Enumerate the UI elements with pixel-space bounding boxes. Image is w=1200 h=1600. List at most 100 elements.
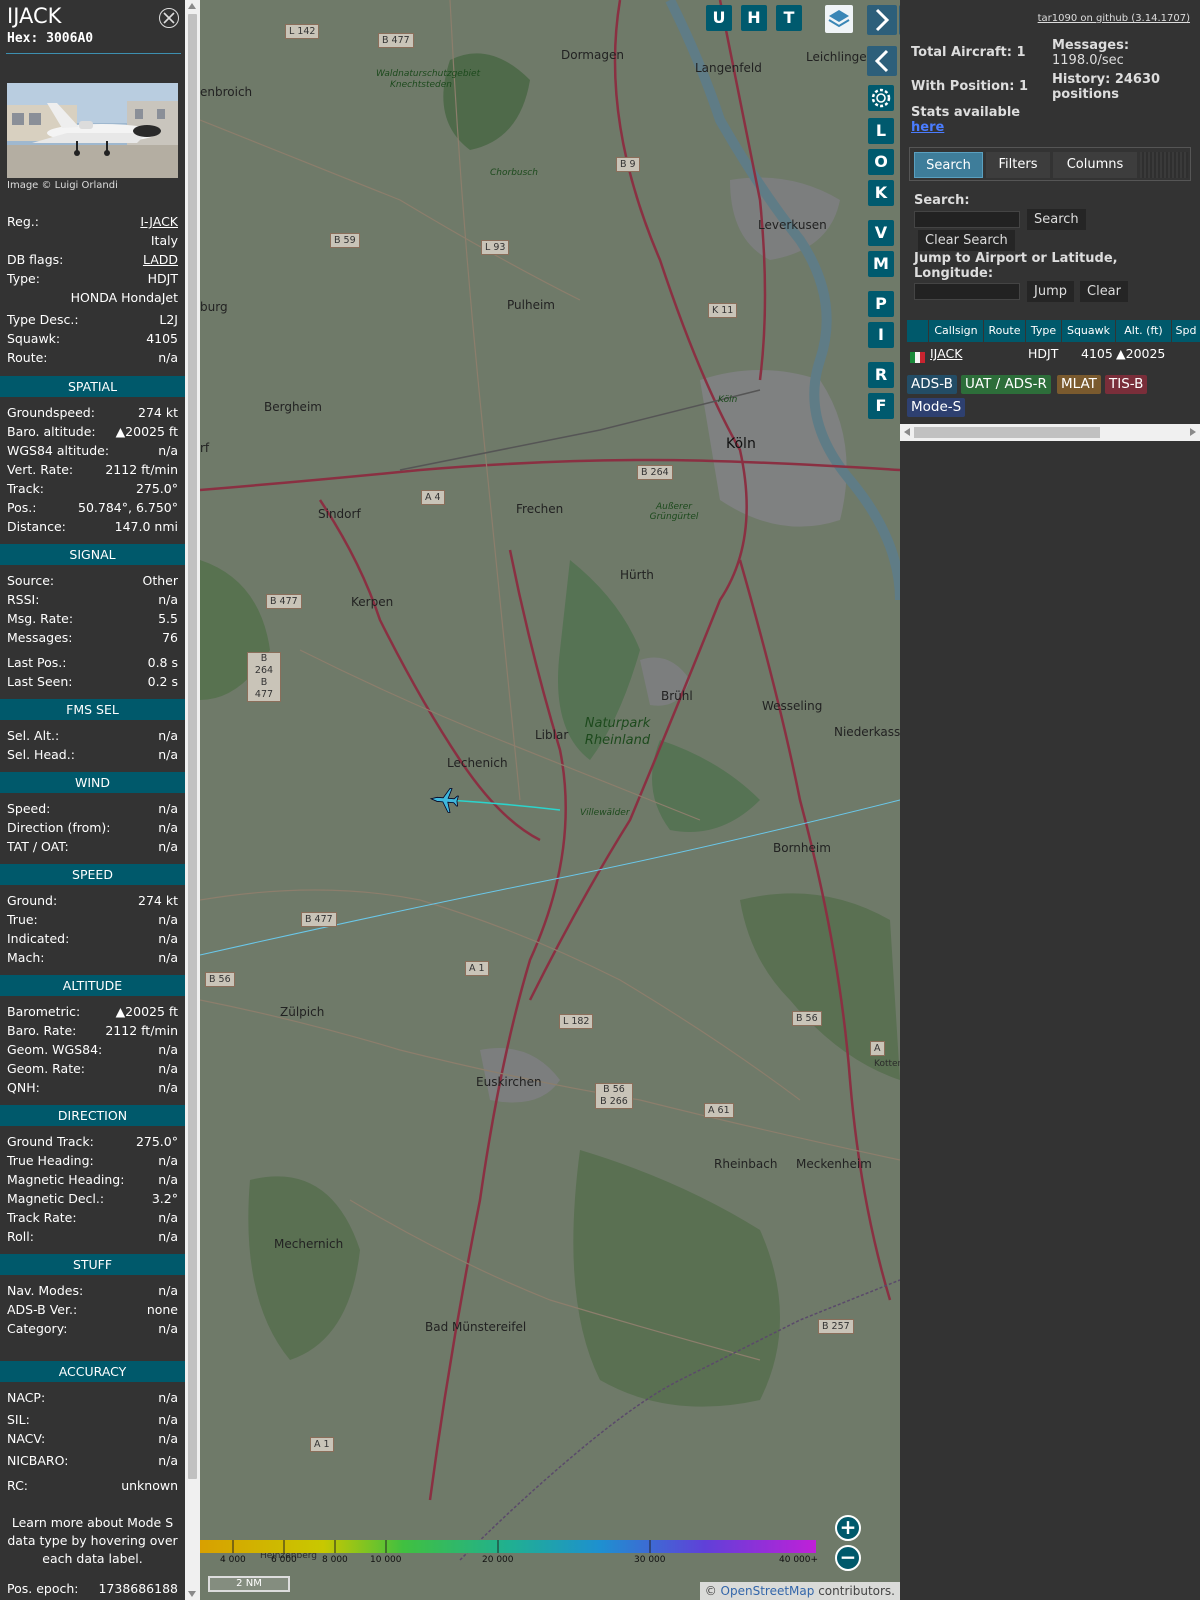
map-button-i[interactable]: I <box>868 322 894 348</box>
map-button-r[interactable]: R <box>868 362 894 388</box>
close-icon[interactable] <box>159 8 179 28</box>
clear-search-button[interactable]: Clear Search <box>918 230 1015 251</box>
github-link[interactable]: tar1090 on github (3.14.1707) <box>1038 13 1190 24</box>
row-label[interactable]: QNH: <box>7 1079 40 1097</box>
row-label[interactable]: Nav. Modes: <box>7 1282 83 1300</box>
row-label[interactable]: Category: <box>7 1320 67 1338</box>
map-place-label: Bergheim <box>264 400 322 414</box>
th-flag[interactable] <box>907 320 929 342</box>
osm-link[interactable]: OpenStreetMap <box>721 1584 815 1598</box>
row-label[interactable]: Speed: <box>7 800 50 818</box>
row-label[interactable]: Mach: <box>7 949 44 967</box>
th-callsign[interactable]: Callsign <box>929 320 984 342</box>
row-label[interactable]: Track: <box>7 480 44 498</box>
row-label[interactable]: Indicated: <box>7 930 69 948</box>
row-value: n/a <box>158 1153 178 1168</box>
row-label[interactable]: Roll: <box>7 1228 34 1246</box>
row-label[interactable]: Distance: <box>7 518 66 536</box>
zoom-in-button[interactable]: + <box>835 1515 861 1541</box>
row-label[interactable]: Ground Track: <box>7 1133 94 1151</box>
aircraft-photo[interactable] <box>7 83 178 178</box>
hscrollbar-thumb[interactable] <box>914 427 1100 438</box>
data-row: Last Seen: 0.2 s <box>7 673 178 691</box>
th-squawk[interactable]: Squawk <box>1062 320 1116 342</box>
expand-right-icon[interactable] <box>867 5 897 35</box>
scrollbar-thumb[interactable] <box>188 14 197 1479</box>
map-button-f[interactable]: F <box>868 393 894 419</box>
row-label[interactable]: Track Rate: <box>7 1209 77 1227</box>
row-label[interactable]: RSSI: <box>7 591 39 609</box>
messages-label: Messages: <box>1052 38 1130 53</box>
search-button[interactable]: Search <box>1027 209 1086 230</box>
th-speed[interactable]: Spd <box>1172 320 1200 342</box>
row-label[interactable]: NACP: <box>7 1389 45 1407</box>
row-label[interactable]: Sel. Head.: <box>7 746 75 764</box>
row-label[interactable]: TAT / OAT: <box>7 838 69 856</box>
row-label[interactable]: WGS84 altitude: <box>7 442 109 460</box>
row-label[interactable]: Pos.: <box>7 499 36 517</box>
th-type[interactable]: Type <box>1026 320 1062 342</box>
row-label[interactable]: True Heading: <box>7 1152 94 1170</box>
scroll-left-icon[interactable] <box>904 428 910 436</box>
clear-button[interactable]: Clear <box>1080 281 1128 302</box>
scroll-right-icon[interactable] <box>1190 428 1196 436</box>
info-panel-scrollbar[interactable] <box>185 0 200 1600</box>
map-button-u[interactable]: U <box>706 5 732 31</box>
row-label[interactable]: Last Pos.: <box>7 654 66 672</box>
tab-search[interactable]: Search <box>914 152 983 178</box>
row-label[interactable]: Ground: <box>7 892 57 910</box>
settings-gear-icon[interactable] <box>868 85 894 111</box>
row-label: DB flags: <box>7 252 64 267</box>
row-label[interactable]: Messages: <box>7 629 73 647</box>
row-label[interactable]: True: <box>7 911 38 929</box>
map-button-o[interactable]: O <box>868 149 894 175</box>
row-label[interactable]: Geom. WGS84: <box>7 1041 102 1059</box>
row-label[interactable]: Sel. Alt.: <box>7 727 59 745</box>
map-button-m[interactable]: M <box>868 251 894 277</box>
th-route[interactable]: Route <box>984 320 1026 342</box>
search-input[interactable] <box>914 211 1020 228</box>
scroll-down-icon[interactable] <box>188 1591 196 1597</box>
row-label[interactable]: Geom. Rate: <box>7 1060 85 1078</box>
layers-icon[interactable] <box>825 5 853 33</box>
map-button-t[interactable]: T <box>776 5 802 31</box>
row-label[interactable]: Baro. altitude: <box>7 423 96 441</box>
row-label[interactable]: NICBARO: <box>7 1452 68 1470</box>
row-label[interactable]: SIL: <box>7 1411 30 1429</box>
collapse-left-icon[interactable] <box>867 46 897 76</box>
tab-columns[interactable]: Columns <box>1053 152 1137 178</box>
map-button-k[interactable]: K <box>868 180 894 206</box>
row-label[interactable]: Baro. Rate: <box>7 1022 76 1040</box>
tab-filters[interactable]: Filters <box>986 152 1050 178</box>
ladd-link[interactable]: LADD <box>143 251 178 269</box>
scroll-up-icon[interactable] <box>188 3 196 9</box>
map-button-v[interactable]: V <box>868 220 894 246</box>
row-label[interactable]: Last Seen: <box>7 673 72 691</box>
row-label[interactable]: NACV: <box>7 1430 45 1448</box>
table-row[interactable]: IJACK HDJT 4105 ▲20025 <box>907 343 1200 364</box>
map-button-l[interactable]: L <box>868 118 894 144</box>
registration-link[interactable]: I-JACK <box>140 213 178 231</box>
row-label[interactable]: Direction (from): <box>7 819 111 837</box>
th-altitude[interactable]: Alt. (ft) <box>1116 320 1172 342</box>
row-label[interactable]: Barometric: <box>7 1003 80 1021</box>
row-value: n/a <box>158 1042 178 1057</box>
row-label[interactable]: Vert. Rate: <box>7 461 73 479</box>
map-view[interactable]: Dormagen Langenfeld Leichlingen Leverkus… <box>200 0 900 1600</box>
row-label[interactable]: Source: <box>7 572 54 590</box>
map-place-label: Bad Münstereifel <box>425 1320 527 1334</box>
map-button-p[interactable]: P <box>868 291 894 317</box>
row-callsign[interactable]: IJACK <box>930 343 962 364</box>
map-button-h[interactable]: H <box>741 5 767 31</box>
row-label[interactable]: RC: <box>7 1477 28 1495</box>
jump-input[interactable] <box>914 283 1020 300</box>
row-label[interactable]: ADS-B Ver.: <box>7 1301 77 1319</box>
jump-button[interactable]: Jump <box>1027 281 1074 302</box>
table-hscrollbar[interactable] <box>900 424 1200 441</box>
row-label[interactable]: Magnetic Decl.: <box>7 1190 104 1208</box>
row-label[interactable]: Msg. Rate: <box>7 610 73 628</box>
zoom-out-button[interactable]: − <box>835 1545 861 1571</box>
row-label[interactable]: Magnetic Heading: <box>7 1171 124 1189</box>
row-label[interactable]: Groundspeed: <box>7 404 95 422</box>
stats-link[interactable]: here <box>911 120 944 135</box>
